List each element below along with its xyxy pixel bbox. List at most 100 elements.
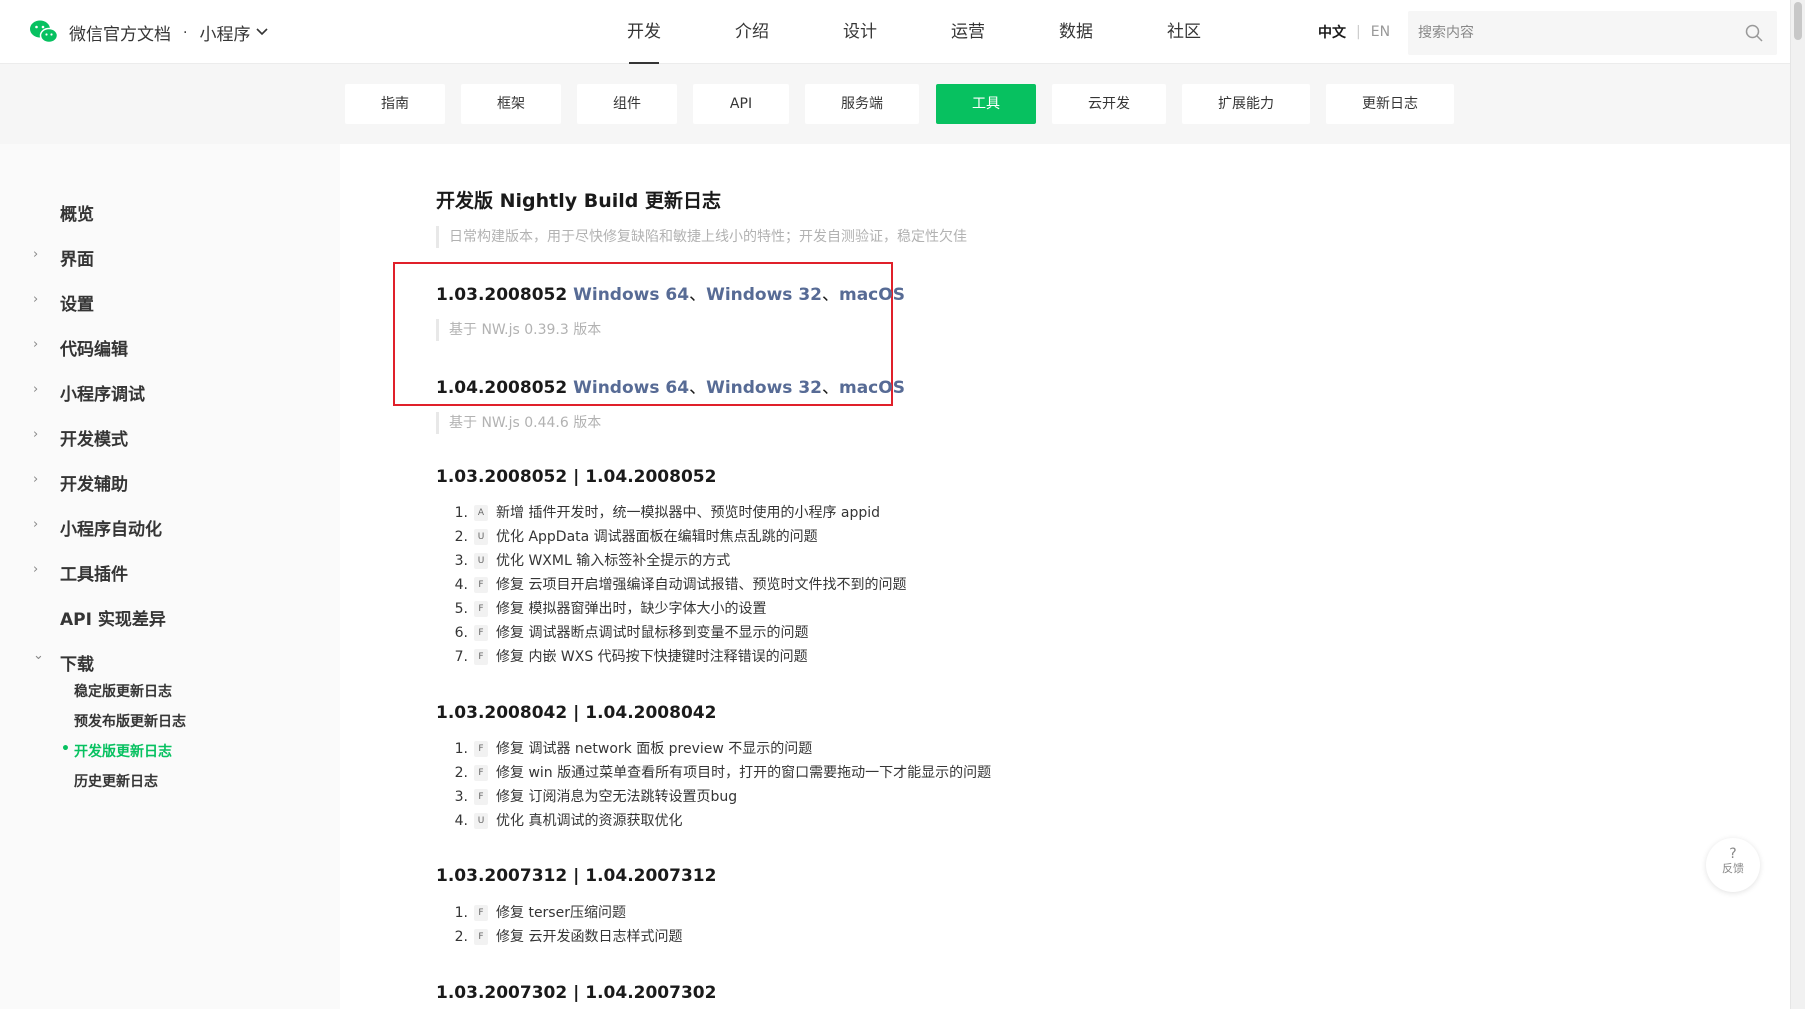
list-item: 5. F 修复 模拟器窗弹出时，缺少字体大小的设置	[446, 597, 906, 621]
separator: 、	[689, 378, 707, 398]
sidebar-item-dev-mode[interactable]: › 开发模式	[0, 414, 340, 458]
item-number: 6.	[454, 625, 468, 641]
sidebar-item-label: 下载	[60, 655, 94, 675]
chevron-right-icon: ›	[33, 247, 39, 262]
download-win64-link[interactable]: Windows 64	[573, 378, 689, 398]
brand[interactable]: 微信官方文档 · 小程序	[69, 20, 269, 45]
item-text: 修复 win 版通过菜单查看所有项目时，打开的窗口需要拖动一下才能显示的问题	[496, 765, 992, 781]
sidebar-item-overview[interactable]: 概览	[0, 189, 340, 233]
list-item: 3. U 优化 WXML 输入标签补全提示的方式	[446, 549, 906, 573]
separator: 、	[689, 285, 707, 305]
lang-zh[interactable]: 中文	[1318, 22, 1346, 42]
tab-extensions[interactable]: 扩展能力	[1182, 84, 1310, 124]
lang-en[interactable]: EN	[1371, 24, 1390, 40]
nav-item-operation[interactable]: 运营	[914, 0, 1022, 64]
lang-separator: |	[1356, 24, 1361, 40]
nav-item-intro[interactable]: 介绍	[698, 0, 806, 64]
scrollbar-thumb[interactable]	[1794, 2, 1802, 40]
sidebar-sub-nightly[interactable]: • 开发版更新日志	[0, 735, 340, 765]
sidebar-sub-history[interactable]: 历史更新日志	[0, 765, 340, 795]
sidebar-sub-label: 开发版更新日志	[74, 744, 172, 760]
item-number: 3.	[454, 789, 468, 805]
tab-api[interactable]: API	[693, 84, 789, 124]
sidebar-item-automation[interactable]: › 小程序自动化	[0, 504, 340, 548]
download-win32-link[interactable]: Windows 32	[706, 285, 822, 305]
feedback-label: 反馈	[1722, 862, 1744, 875]
sidebar-item-settings[interactable]: › 设置	[0, 279, 340, 323]
sidebar-sub-prerelease[interactable]: 预发布版更新日志	[0, 705, 340, 735]
change-tag: F	[474, 789, 488, 805]
download-mac-link[interactable]: macOS	[839, 378, 905, 398]
sidebar-item-label: 小程序调试	[60, 385, 145, 405]
list-item: 2. U 优化 AppData 调试器面板在编辑时焦点乱跳的问题	[446, 525, 906, 549]
download-note-1: 基于 NW.js 0.39.3 版本	[436, 319, 601, 341]
download-mac-link[interactable]: macOS	[839, 285, 905, 305]
help-icon: ?	[1729, 846, 1737, 862]
tab-changelog[interactable]: 更新日志	[1326, 84, 1454, 124]
sidebar-item-label: 概览	[60, 205, 94, 225]
search-box	[1408, 11, 1777, 55]
chevron-right-icon: ›	[33, 427, 39, 442]
nav-item-dev[interactable]: 开发	[590, 0, 698, 64]
search-input[interactable]	[1408, 11, 1728, 55]
change-list: 1. A 新增 插件开发时，统一模拟器中、预览时使用的小程序 appid 2. U 优化…	[446, 501, 906, 669]
sidebar-item-plugins[interactable]: › 工具插件	[0, 549, 340, 593]
nav-item-community[interactable]: 社区	[1130, 0, 1238, 64]
change-tag: A	[474, 505, 488, 521]
active-bullet: •	[61, 741, 70, 757]
tab-cloud[interactable]: 云开发	[1052, 84, 1166, 124]
tab-components[interactable]: 组件	[577, 84, 677, 124]
change-tag: F	[474, 905, 488, 921]
sidebar-item-label: 界面	[60, 250, 94, 270]
sidebar-item-interface[interactable]: › 界面	[0, 234, 340, 278]
change-tag: U	[474, 529, 488, 545]
item-text: 新增 插件开发时，统一模拟器中、预览时使用的小程序 appid	[496, 505, 881, 521]
tab-tools[interactable]: 工具	[936, 84, 1036, 124]
item-text: 修复 terser压缩问题	[496, 905, 626, 921]
download-row-2: 1.04.2008052 Windows 64、Windows 32、macOS	[436, 373, 905, 398]
vertical-scrollbar[interactable]	[1790, 0, 1805, 1009]
change-tag: F	[474, 577, 488, 593]
item-text: 修复 云项目开启增强编译自动调试报错、预览时文件找不到的问题	[496, 577, 907, 593]
item-text: 修复 模拟器窗弹出时，缺少字体大小的设置	[496, 601, 767, 617]
brand-title[interactable]: 微信官方文档	[69, 20, 171, 45]
item-number: 1.	[454, 505, 468, 521]
brand-dot: ·	[183, 24, 188, 41]
list-item: 1. F 修复 terser压缩问题	[446, 901, 682, 925]
sidebar-item-debug[interactable]: › 小程序调试	[0, 369, 340, 413]
sidebar-item-label: 开发辅助	[60, 475, 128, 495]
sidebar-item-code-edit[interactable]: › 代码编辑	[0, 324, 340, 368]
item-text: 优化 AppData 调试器面板在编辑时焦点乱跳的问题	[496, 529, 818, 545]
item-number: 1.	[454, 741, 468, 757]
nav-item-data[interactable]: 数据	[1022, 0, 1130, 64]
chevron-down-icon[interactable]	[256, 25, 269, 39]
download-version: 1.04.2008052	[436, 378, 568, 398]
tab-server[interactable]: 服务端	[805, 84, 919, 124]
download-win32-link[interactable]: Windows 32	[706, 378, 822, 398]
item-text: 修复 调试器断点调试时鼠标移到变量不显示的问题	[496, 625, 809, 641]
sidebar-item-dev-assist[interactable]: › 开发辅助	[0, 459, 340, 503]
download-win64-link[interactable]: Windows 64	[573, 285, 689, 305]
tab-guide[interactable]: 指南	[345, 84, 445, 124]
intro-quote: 日常构建版本，用于尽快修复缺陷和敏捷上线小的特性；开发自测验证，稳定性欠佳	[436, 226, 967, 248]
list-item: 4. U 优化 真机调试的资源获取优化	[446, 809, 991, 833]
change-tag: F	[474, 929, 488, 945]
list-item: 4. F 修复 云项目开启增强编译自动调试报错、预览时文件找不到的问题	[446, 573, 906, 597]
chevron-right-icon: ›	[33, 472, 39, 487]
brand-section[interactable]: 小程序	[199, 20, 250, 45]
change-tag: F	[474, 741, 488, 757]
item-text: 优化 真机调试的资源获取优化	[496, 813, 683, 829]
change-tag: F	[474, 649, 488, 665]
list-item: 6. F 修复 调试器断点调试时鼠标移到变量不显示的问题	[446, 621, 906, 645]
feedback-button[interactable]: ? 反馈	[1706, 838, 1760, 892]
chevron-down-icon: ⌄	[33, 648, 44, 663]
item-text: 修复 订阅消息为空无法跳转设置页bug	[496, 789, 738, 805]
list-item: 1. F 修复 调试器 network 面板 preview 不显示的问题	[446, 737, 991, 761]
nav-item-design[interactable]: 设计	[806, 0, 914, 64]
sidebar-sub-stable[interactable]: 稳定版更新日志	[0, 675, 340, 705]
tab-framework[interactable]: 框架	[461, 84, 561, 124]
search-icon[interactable]	[1745, 24, 1763, 42]
sidebar-item-api-diff[interactable]: API 实现差异	[0, 594, 340, 638]
sidebar: 概览 › 界面 › 设置 › 代码编辑 › 小程序调试 › 开发模式 › 开发辅…	[0, 144, 340, 1009]
sidebar-item-label: 开发模式	[60, 430, 128, 450]
